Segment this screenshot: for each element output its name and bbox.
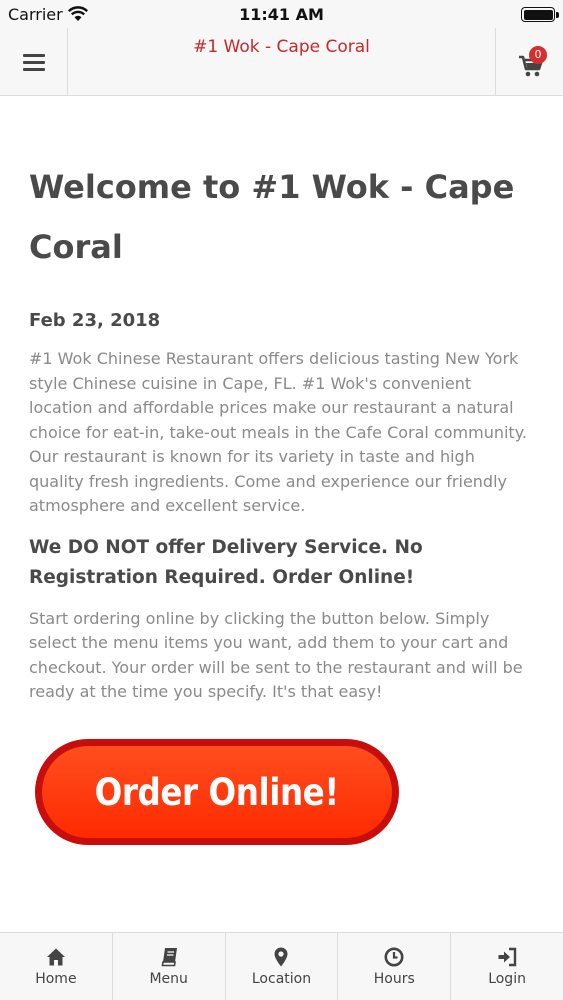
home-icon	[46, 948, 65, 966]
delivery-notice: We DO NOT offer Delivery Service. No Reg…	[29, 536, 423, 588]
hamburger-icon	[22, 50, 45, 75]
app-title: #1 Wok - Cape Coral	[193, 37, 370, 57]
battery-icon	[521, 7, 555, 22]
nav-login-label: Login	[488, 971, 526, 987]
main-content: Welcome to #1 Wok - Cape Coral Feb 23, 2…	[0, 97, 563, 932]
order-online-label: Order Online!	[94, 770, 340, 814]
instructions-paragraph: Start ordering online by clicking the bu…	[29, 608, 523, 702]
cart-count-badge: 0	[529, 46, 547, 64]
nav-hours[interactable]: Hours	[338, 933, 452, 1000]
nav-menu[interactable]: Menu	[113, 933, 226, 1000]
book-icon	[161, 948, 177, 967]
login-icon	[498, 947, 517, 967]
battery-tip	[556, 12, 559, 18]
cart-button[interactable]: 0	[495, 28, 563, 96]
app-header: #1 Wok - Cape Coral 0	[0, 28, 563, 96]
status-bar: Carrier 11:41 AM	[0, 0, 563, 28]
nav-home-label: Home	[35, 971, 77, 987]
order-online-button-face: Order Online!	[42, 746, 392, 838]
bottom-nav: Home Menu Location Hours Login	[0, 932, 563, 1000]
nav-home[interactable]: Home	[0, 933, 113, 1000]
hamburger-menu-button[interactable]	[0, 28, 68, 96]
intro-paragraph: #1 Wok Chinese Restaurant offers delicio…	[29, 349, 527, 515]
nav-hours-label: Hours	[373, 971, 415, 987]
page-title: Welcome to #1 Wok - Cape Coral	[29, 168, 515, 266]
clock-icon	[384, 947, 404, 967]
map-pin-icon	[274, 947, 288, 967]
nav-menu-label: Menu	[149, 971, 188, 987]
post-date: Feb 23, 2018	[29, 310, 161, 331]
nav-location-label: Location	[251, 971, 312, 987]
nav-login[interactable]: Login	[451, 933, 563, 1000]
order-online-button[interactable]: Order Online!	[35, 739, 399, 845]
nav-location[interactable]: Location	[226, 933, 339, 1000]
status-time: 11:41 AM	[239, 5, 324, 24]
